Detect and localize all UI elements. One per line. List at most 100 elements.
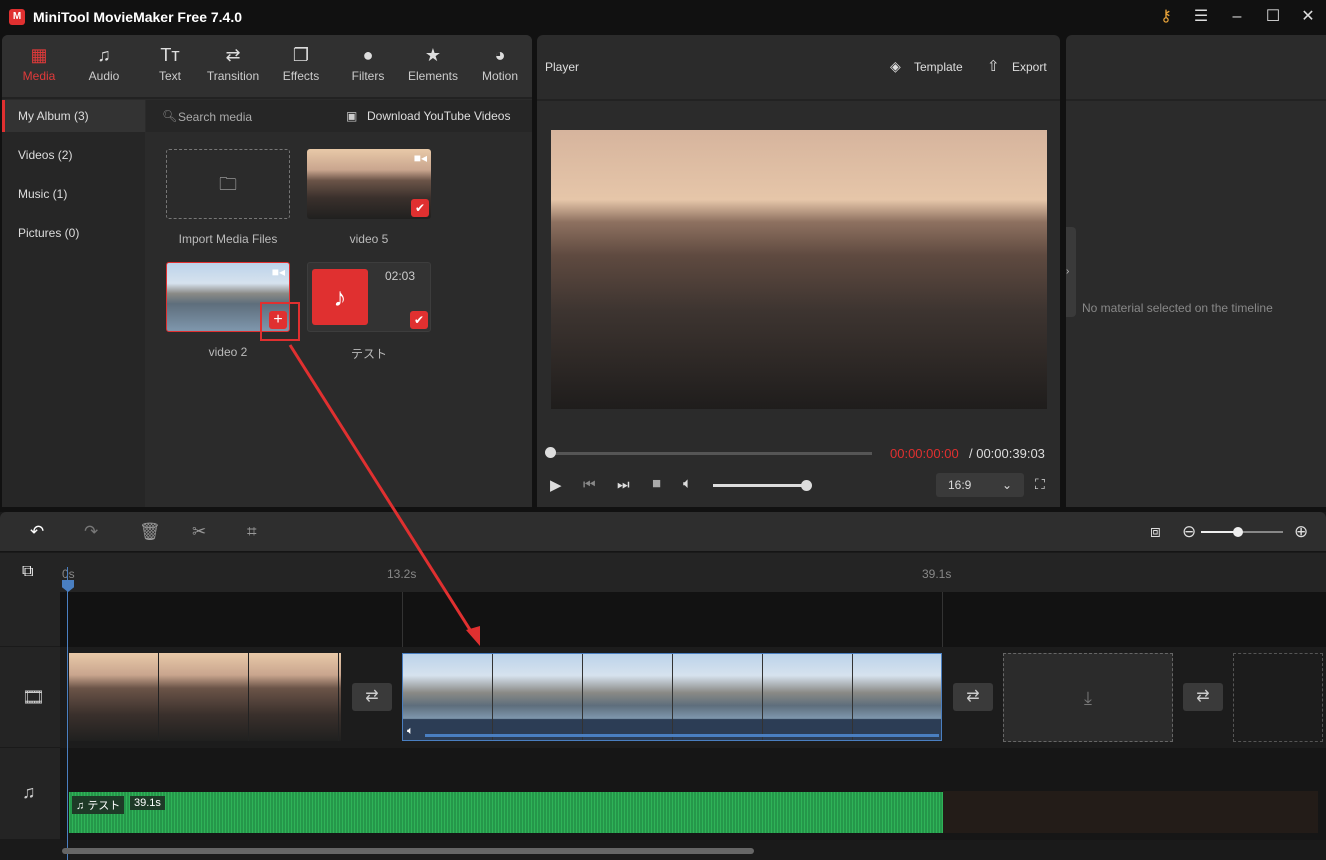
elements-icon: ★ — [424, 45, 442, 65]
film-icon: 🎞︎ — [22, 687, 45, 707]
playhead-line[interactable] — [67, 567, 68, 860]
tab-audio[interactable]: ♫ Audio — [71, 45, 137, 83]
delete-button[interactable]: 🗑︎ — [139, 522, 161, 542]
export-button[interactable]: Export — [1012, 60, 1047, 74]
main-toolbar: ▦ Media ♫ Audio Tт Text ⇄ Transition ❐ Effect… — [2, 35, 532, 99]
ruler-label: 13.2s — [387, 567, 417, 581]
total-time: / 00:00:39:03 — [969, 446, 1045, 461]
import-media-label: Import Media Files — [178, 232, 278, 246]
drop-placeholder[interactable] — [1233, 653, 1323, 742]
tab-text[interactable]: Tт Text — [137, 45, 203, 83]
maximize-button[interactable]: ☐ — [1262, 6, 1284, 28]
music-icon: ♪ — [312, 269, 368, 325]
audio-clip-label: ♫ テスト — [72, 796, 125, 814]
add-track-icon[interactable]: ⧉ — [22, 563, 33, 581]
transition-slot[interactable]: ⇄ — [1183, 683, 1223, 711]
effects-icon: ❐ — [292, 45, 310, 65]
properties-panel: › No material selected on the timeline — [1066, 35, 1326, 507]
fullscreen-button[interactable]: ⛶ — [1035, 476, 1045, 493]
key-icon[interactable]: ⚷ — [1155, 6, 1177, 28]
media-name: テスト — [350, 347, 387, 361]
video-camera-icon: ■◂ — [271, 265, 285, 279]
zoom-handle[interactable] — [1233, 527, 1243, 537]
filters-icon: ● — [362, 45, 374, 65]
split-button[interactable]: ✂ — [192, 522, 206, 542]
volume-icon[interactable]: 🔈︎ — [683, 475, 692, 492]
audio-clip-duration: 39.1s — [130, 796, 165, 810]
search-icon: 🔍︎ — [162, 109, 178, 123]
import-media-button[interactable]: 🗀 — [166, 149, 290, 219]
folder-icon: 🗀 — [219, 174, 237, 194]
motion-icon: ◕ — [494, 45, 506, 65]
expand-panel-button[interactable]: › — [1066, 227, 1076, 317]
search-input[interactable]: Search media — [178, 110, 252, 124]
menu-icon[interactable]: ☰ — [1190, 6, 1212, 28]
video-track-header: 🎞︎ — [0, 647, 60, 748]
transition-slot[interactable]: ⇄ — [352, 683, 392, 711]
tab-elements[interactable]: ★ Elements — [400, 45, 466, 83]
progress-handle[interactable] — [545, 447, 556, 458]
music-note-icon: ♫ — [97, 45, 111, 65]
timeline-toolbar: ↶ ↷ 🗑︎ ✂ ⌗ ⧈ ⊖ ⊕ — [0, 512, 1326, 552]
tab-filters[interactable]: ● Filters — [335, 45, 401, 83]
music-note-icon: ♫ — [76, 800, 85, 812]
download-youtube-button[interactable]: Download YouTube Videos — [367, 109, 510, 123]
next-frame-button[interactable]: ⏭ — [617, 476, 630, 493]
crop-button[interactable]: ⌗ — [247, 522, 257, 542]
previous-frame-button[interactable]: ⏮ — [583, 476, 596, 493]
undo-button[interactable]: ↶ — [30, 522, 44, 542]
drop-placeholder[interactable]: ⤓ — [1003, 653, 1173, 742]
video-camera-icon: ■◂ — [413, 151, 427, 165]
tab-motion[interactable]: ◕ Motion — [467, 45, 532, 83]
audio-clip[interactable]: ♫ テスト 39.1s — [69, 792, 943, 833]
progress-slider[interactable] — [550, 452, 872, 455]
volume-handle[interactable] — [801, 480, 812, 491]
close-button[interactable]: ✕ — [1297, 6, 1319, 28]
ruler-label: 0s — [62, 567, 75, 581]
minimize-button[interactable]: – — [1226, 6, 1248, 28]
fit-icon[interactable]: ⧈ — [1150, 522, 1161, 542]
export-icon: ⇧ — [987, 58, 1000, 75]
highlight-box — [260, 302, 300, 341]
redo-button[interactable]: ↷ — [84, 522, 98, 542]
media-thumb-video5[interactable]: ■◂ ✔ — [307, 149, 431, 219]
audio-duration: 02:03 — [385, 269, 416, 283]
album-sidebar: My Album (3) Videos (2) Music (1) Pictur… — [2, 100, 145, 507]
play-button[interactable]: ▶ — [550, 476, 562, 494]
app-logo: M — [9, 9, 25, 25]
media-thumb-audio[interactable]: ♪ 02:03 ✔ — [307, 262, 431, 332]
zoom-out-button[interactable]: ⊖ — [1182, 522, 1196, 542]
media-grid: 🔍︎ Search media ▣ Download YouTube Video… — [146, 100, 532, 507]
sidebar-item-music[interactable]: Music (1) — [2, 178, 145, 210]
zoom-in-button[interactable]: ⊕ — [1294, 522, 1308, 542]
video-clip-video2[interactable]: 🔈︎ — [402, 653, 942, 741]
aspect-ratio-select[interactable]: 16:9 ⌄ — [936, 473, 1024, 497]
player-title: Player — [545, 60, 580, 74]
transition-slot[interactable]: ⇄ — [953, 683, 993, 711]
video-preview — [551, 130, 1047, 409]
sidebar-item-my-album[interactable]: My Album (3) — [2, 100, 145, 132]
tab-media[interactable]: ▦ Media — [6, 45, 72, 83]
added-check-icon: ✔ — [411, 199, 429, 217]
tab-effects[interactable]: ❐ Effects — [268, 45, 334, 83]
current-time: 00:00:00:00 — [890, 446, 959, 461]
player-panel: Player ◈ Template ⇧ Export 00:00:00:00 /… — [537, 35, 1060, 507]
youtube-download-icon: ▣ — [346, 109, 358, 123]
app-title: MiniTool MovieMaker Free 7.4.0 — [33, 9, 243, 25]
sidebar-item-videos[interactable]: Videos (2) — [2, 139, 145, 171]
media-name: video 2 — [208, 345, 248, 359]
stop-button[interactable]: ■ — [652, 475, 661, 492]
template-button[interactable]: Template — [914, 60, 963, 74]
clip-volume-icon: 🔈︎ — [407, 725, 414, 737]
sidebar-item-pictures[interactable]: Pictures (0) — [2, 217, 145, 249]
download-icon: ⤓ — [1084, 688, 1092, 708]
volume-slider[interactable] — [713, 484, 807, 487]
audio-track-header: ♫ — [0, 748, 60, 840]
chevron-down-icon: ⌄ — [1001, 478, 1012, 492]
video-clip-video5[interactable] — [69, 653, 341, 741]
media-header: 🔍︎ Search media ▣ Download YouTube Video… — [146, 100, 532, 132]
music-note-icon: ♫ — [22, 782, 36, 802]
added-check-icon: ✔ — [410, 311, 428, 329]
tab-transition[interactable]: ⇄ Transition — [200, 45, 266, 83]
horizontal-scrollbar[interactable] — [62, 848, 754, 854]
